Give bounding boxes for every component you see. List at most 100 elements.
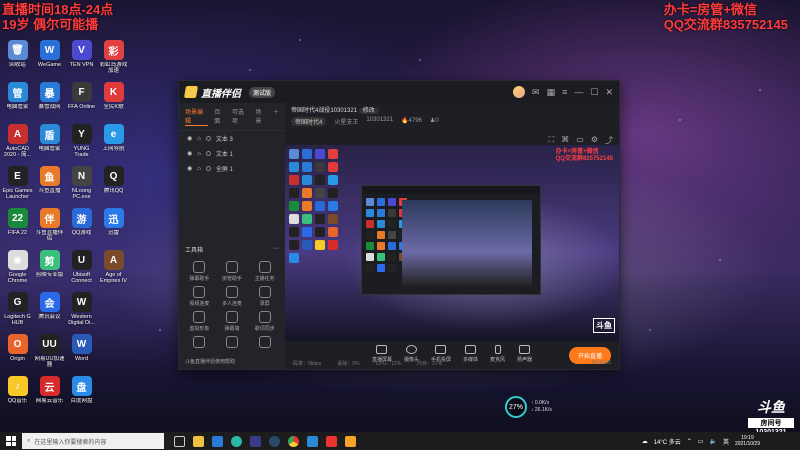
weather-text[interactable]: 14°C 多云 <box>654 437 681 446</box>
desktop-icon[interactable]: Y YUNG Trade <box>66 124 97 166</box>
tool-item[interactable]: 录屏 <box>248 286 281 307</box>
tool-item[interactable] <box>183 336 216 350</box>
tool-item[interactable]: 多人连麦 <box>216 286 249 307</box>
lock-icon[interactable]: ⌂ <box>197 151 201 157</box>
desktop-icon[interactable]: 游 QQ游戏 <box>66 208 97 250</box>
mail-app-icon[interactable] <box>212 435 223 447</box>
desktop-icon[interactable]: E Epic Games Launcher <box>2 166 33 208</box>
tool-item[interactable]: 弹幕助手 <box>183 261 216 282</box>
preview-app-icon <box>328 175 338 185</box>
store-icon[interactable] <box>250 435 261 447</box>
desktop-icon[interactable]: W WeGame <box>34 40 65 82</box>
desktop-icon[interactable]: V TEN VPN <box>66 40 97 82</box>
radio-icon[interactable] <box>205 136 211 141</box>
stream-preview[interactable]: 办卡=房管+微信 QQ交流群835752145 斗鱼 <box>285 145 619 341</box>
desktop-icon[interactable]: N NLoong PC.exe <box>66 166 97 208</box>
desktop-icon[interactable]: ◉ Google Chrome <box>2 250 33 292</box>
desktop-icon[interactable]: Q 腾讯QQ <box>98 166 129 208</box>
mail-icon[interactable]: ✉ <box>532 87 540 98</box>
eye-icon[interactable]: ◉ <box>187 165 192 172</box>
category-chip[interactable]: 帝国时代4 <box>291 117 327 126</box>
desktop-icon[interactable]: U Ubisoft Connect <box>66 250 97 292</box>
desktop-icon[interactable]: G Logitech G HUB <box>2 292 33 334</box>
tool-item[interactable]: 主播任务 <box>248 261 281 282</box>
desktop-icon[interactable]: W Word <box>66 334 97 376</box>
desktop-icon[interactable]: 剪剪映专业版 <box>34 250 65 292</box>
menu-icon[interactable]: ≡ <box>562 87 567 97</box>
desktop-icon[interactable]: 鱼斗鱼直播 <box>34 166 65 208</box>
desktop-icon[interactable]: 会腾讯会议 <box>34 292 65 334</box>
desktop-icon[interactable]: 22 FIFA 22 <box>2 208 33 250</box>
desktop-icon[interactable]: F FFA Online <box>66 82 97 124</box>
desktop-icon[interactable]: O Origin <box>2 334 33 376</box>
network-icon[interactable]: ▭ <box>698 438 704 445</box>
desktop-icon[interactable]: e 上网导航 <box>98 124 129 166</box>
tool-item[interactable]: 虚拟形象 <box>183 311 216 332</box>
eye-icon[interactable]: ◉ <box>187 135 192 142</box>
desktop-icon[interactable]: K 全民K歌 <box>98 82 129 124</box>
more-icon[interactable]: ⋯ <box>273 245 279 254</box>
maximize-icon[interactable]: ☐ <box>590 87 598 98</box>
steam-icon[interactable] <box>269 435 280 447</box>
minimize-icon[interactable]: — <box>574 87 583 97</box>
chrome-icon[interactable] <box>288 435 299 447</box>
speed-widget[interactable]: 27% ↑ 0.0K/s ↓ 26.1K/s <box>505 396 552 418</box>
clock[interactable]: 19:19 2021/10/29 <box>735 435 760 447</box>
tool-item[interactable]: 房管助手 <box>216 261 249 282</box>
desktop-icon[interactable]: 伴斗鱼直播伴侣 <box>34 208 65 250</box>
radio-icon[interactable] <box>205 151 211 156</box>
desktop-icon[interactable]: 🗑 回收站 <box>2 40 33 82</box>
eye-icon[interactable]: ◉ <box>187 150 192 157</box>
source-item[interactable]: ◉ ⌂ 文本 1 <box>179 146 285 161</box>
start-button[interactable] <box>0 432 22 450</box>
tray-arrow-icon[interactable]: ⌃ <box>687 438 692 445</box>
stream-title: 帝国时代4战役10301321 <box>291 108 358 114</box>
tab-options[interactable]: 可选项 <box>232 107 249 126</box>
lock-icon[interactable]: ⌂ <box>197 136 201 142</box>
nested-app-icon <box>366 198 374 206</box>
taskview-icon[interactable] <box>174 435 185 447</box>
source-item[interactable]: ◉ ⌂ 全屏 1 <box>179 161 285 176</box>
desktop-icon[interactable]: A AutoCAD 2020 - 简... <box>2 124 33 166</box>
tab-scene-edit[interactable]: 场景编辑 <box>185 107 209 126</box>
edge-icon[interactable] <box>231 435 242 447</box>
desktop-icon[interactable]: UU 网易UU加速器 <box>34 334 65 376</box>
desktop-icon[interactable]: 暴暴雪战网 <box>34 82 65 124</box>
desktop-icon[interactable]: 盘百度网盘 <box>66 376 97 418</box>
file-explorer-icon[interactable] <box>193 435 204 447</box>
douyu-taskbar-icon[interactable] <box>345 435 356 447</box>
tool-item[interactable]: 视频连麦 <box>183 286 216 307</box>
volume-icon[interactable]: 🔈 <box>709 438 716 445</box>
desktop-icon[interactable]: 彩彩虹岛游戏加速 <box>98 40 129 82</box>
desktop-icon[interactable]: 管电脑管家 <box>2 82 33 124</box>
source-item[interactable]: ◉ ⌂ 文本 3 <box>179 131 285 146</box>
tool-item[interactable]: 歌词同步 <box>248 311 281 332</box>
window-titlebar[interactable]: 直播伴侣 测试版 ✉ ▦ ≡ — ☐ ✕ <box>179 81 619 103</box>
edit-title-button[interactable]: 修改 <box>358 108 379 114</box>
ime-indicator[interactable]: 英 <box>723 437 729 446</box>
desktop-icon[interactable]: W Western Digital Di... <box>66 292 97 334</box>
security-icon[interactable] <box>307 435 318 447</box>
avatar[interactable] <box>513 86 526 98</box>
taskbar-search[interactable]: ⌕ 在这里输入你要搜索的内容 <box>22 433 164 449</box>
help-link[interactable]: 斗鱼直播伴侣使用帮助 <box>185 358 235 365</box>
grid-icon[interactable]: ▦ <box>547 87 556 98</box>
desktop-icon[interactable]: 盾电脑管家 <box>34 124 65 166</box>
radio-icon[interactable] <box>205 166 211 171</box>
tab-page[interactable]: 页面 <box>214 107 226 126</box>
desktop-icon[interactable]: 迅迅雷 <box>98 208 129 250</box>
preview-app-icon <box>328 214 338 224</box>
weather-icon[interactable]: ☁ <box>642 438 648 445</box>
close-icon[interactable]: ✕ <box>605 87 613 98</box>
qq-icon[interactable] <box>326 435 337 447</box>
app-icon: 迅 <box>103 208 124 228</box>
add-icon[interactable]: ＋ <box>273 107 279 126</box>
desktop-icon[interactable]: 云网易云音乐 <box>34 376 65 418</box>
lock-icon[interactable]: ⌂ <box>197 166 201 172</box>
tool-item[interactable] <box>216 336 249 350</box>
desktop-icon[interactable]: ♪ QQ音乐 <box>2 376 33 418</box>
tab-scene[interactable]: 场景 <box>255 107 267 126</box>
desktop-icon[interactable]: A Age of Empires IV <box>98 250 129 292</box>
tool-item[interactable]: 弹幕墙 <box>216 311 249 332</box>
tool-item[interactable] <box>248 336 281 350</box>
